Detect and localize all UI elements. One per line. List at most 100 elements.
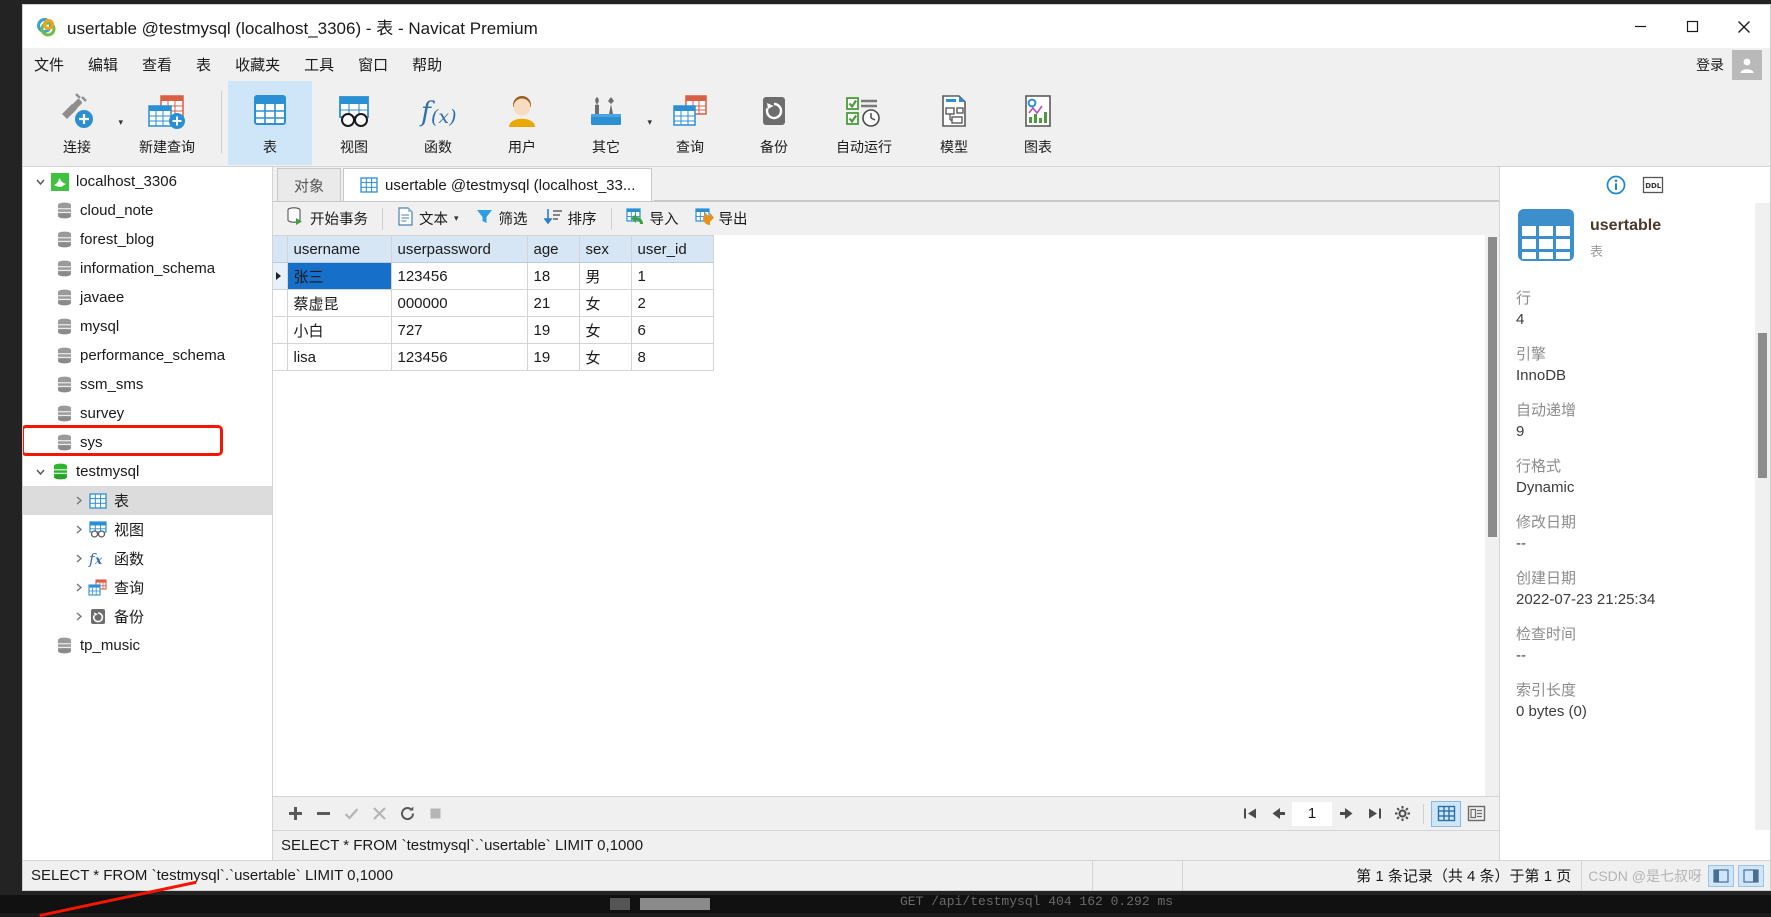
tab-objects[interactable]: 对象	[277, 168, 342, 201]
chevron-right-icon[interactable]	[69, 582, 87, 593]
cell-userpassword[interactable]: 123456	[391, 343, 528, 371]
tree-node-forest_blog[interactable]: forest_blog	[23, 225, 272, 254]
next-page-button[interactable]	[1332, 801, 1360, 827]
tree-node-cloud_note[interactable]: cloud_note	[23, 196, 272, 225]
tree-node-localhost_3306[interactable]: localhost_3306	[23, 167, 272, 196]
toolbar-button-connection[interactable]: 连接 ▾	[35, 81, 123, 165]
chevron-right-icon[interactable]	[69, 495, 87, 506]
column-header-username[interactable]: username	[287, 235, 392, 263]
chevron-down-icon[interactable]	[31, 176, 49, 187]
form-view-toggle-button[interactable]	[1461, 801, 1491, 827]
grid-vertical-scrollbar[interactable]	[1485, 235, 1499, 796]
toolbar-button-new-query[interactable]: 新建查询	[119, 81, 215, 165]
delete-record-button[interactable]	[309, 801, 337, 827]
cell-username[interactable]: 蔡虚昆	[287, 289, 392, 317]
user-avatar-icon[interactable]	[1732, 49, 1762, 80]
tree-node-mysql[interactable]: mysql	[23, 312, 272, 341]
scrollbar-thumb[interactable]	[1758, 333, 1767, 478]
menu-item-help[interactable]: 帮助	[401, 51, 453, 78]
tab-usertable[interactable]: usertable @testmysql (localhost_33...	[343, 168, 653, 201]
cell-sex[interactable]: 女	[579, 343, 632, 371]
toolbar-button-table[interactable]: 表	[228, 81, 312, 165]
first-page-button[interactable]	[1236, 801, 1264, 827]
toolbar-button-view[interactable]: 视图	[312, 81, 396, 165]
cell-userpassword[interactable]: 000000	[391, 289, 528, 317]
column-header-userpassword[interactable]: userpassword	[391, 235, 528, 263]
cell-user_id[interactable]: 8	[631, 343, 714, 371]
toolbar-button-other[interactable]: 其它 ▾	[564, 81, 652, 165]
pane-left-icon[interactable]	[1708, 864, 1734, 887]
grid-view-toggle-button[interactable]	[1431, 800, 1461, 827]
toolbar-button-model[interactable]: 模型	[912, 81, 996, 165]
chevron-right-icon[interactable]	[69, 553, 87, 564]
cell-sex[interactable]: 女	[579, 316, 632, 344]
table-row[interactable]: 小白 727 19 女 6	[273, 316, 714, 344]
menu-item-file[interactable]: 文件	[23, 51, 75, 78]
column-header-sex[interactable]: sex	[579, 235, 632, 263]
ddl-icon[interactable]: DDL	[1642, 176, 1664, 194]
tree-node-performance_schema[interactable]: performance_schema	[23, 341, 272, 370]
add-record-button[interactable]	[281, 801, 309, 827]
prev-page-button[interactable]	[1264, 801, 1292, 827]
cell-username[interactable]: lisa	[287, 343, 392, 371]
menu-item-edit[interactable]: 编辑	[77, 51, 129, 78]
tree-node-queries[interactable]: 查询	[23, 573, 272, 602]
stop-button[interactable]	[421, 801, 449, 827]
row-gutter-cell[interactable]	[273, 262, 288, 290]
cell-user_id[interactable]: 6	[631, 316, 714, 344]
tree-node-tp_music[interactable]: tp_music	[23, 631, 272, 660]
tree-node-javaee[interactable]: javaee	[23, 283, 272, 312]
toolbar-button-users[interactable]: 用户	[480, 81, 564, 165]
tree-node-ssm_sms[interactable]: ssm_sms	[23, 370, 272, 399]
toolbar-button-query[interactable]: 查询	[648, 81, 732, 165]
table-row[interactable]: lisa 123456 19 女 8	[273, 343, 714, 371]
cell-age[interactable]: 18	[527, 262, 580, 290]
info-panel-scrollbar[interactable]	[1755, 203, 1770, 830]
cell-sex[interactable]: 女	[579, 289, 632, 317]
maximize-button[interactable]	[1666, 5, 1718, 48]
tree-node-views[interactable]: 视图	[23, 515, 272, 544]
table-row[interactable]: 蔡虚昆 000000 21 女 2	[273, 289, 714, 317]
cancel-changes-button[interactable]	[365, 801, 393, 827]
cell-username[interactable]: 张三	[287, 262, 392, 290]
text-button[interactable]: 文本 ▾	[390, 204, 466, 233]
row-gutter-cell[interactable]	[273, 289, 288, 317]
chevron-down-icon[interactable]	[31, 466, 49, 477]
export-button[interactable]: 导出	[688, 204, 755, 233]
refresh-button[interactable]	[393, 801, 421, 827]
menu-item-tools[interactable]: 工具	[293, 51, 345, 78]
chevron-right-icon[interactable]	[69, 524, 87, 535]
scrollbar-thumb[interactable]	[1488, 237, 1497, 537]
last-page-button[interactable]	[1360, 801, 1388, 827]
pane-right-icon[interactable]	[1738, 864, 1764, 887]
minimize-button[interactable]	[1614, 5, 1666, 48]
toolbar-button-automation[interactable]: 自动运行	[816, 81, 912, 165]
data-grid[interactable]: username userpassword age sex user_id 张三…	[273, 235, 714, 371]
column-header-age[interactable]: age	[527, 235, 580, 263]
cell-userpassword[interactable]: 123456	[391, 262, 528, 290]
object-tree-sidebar[interactable]: localhost_3306 cloud_note forest_blog in…	[23, 167, 273, 860]
chevron-right-icon[interactable]	[69, 611, 87, 622]
begin-transaction-button[interactable]: 开始事务	[279, 204, 375, 233]
apply-changes-button[interactable]	[337, 801, 365, 827]
tree-node-sys[interactable]: sys	[23, 428, 272, 457]
column-header-user_id[interactable]: user_id	[631, 235, 714, 263]
cell-age[interactable]: 21	[527, 289, 580, 317]
login-label[interactable]: 登录	[1696, 55, 1724, 75]
tree-node-backups[interactable]: 备份	[23, 602, 272, 631]
toolbar-button-backup[interactable]: 备份	[732, 81, 816, 165]
menu-item-favorites[interactable]: 收藏夹	[224, 51, 291, 78]
menu-item-window[interactable]: 窗口	[347, 51, 399, 78]
tree-node-information_schema[interactable]: information_schema	[23, 254, 272, 283]
cell-user_id[interactable]: 2	[631, 289, 714, 317]
filter-button[interactable]: 筛选	[468, 204, 535, 233]
toolbar-button-chart[interactable]: 图表	[996, 81, 1080, 165]
grid-settings-gear-button[interactable]	[1388, 801, 1416, 827]
toolbar-button-function[interactable]: f (x) 函数	[396, 81, 480, 165]
table-row[interactable]: 张三 123456 18 男 1	[273, 262, 714, 290]
chevron-down-icon[interactable]: ▾	[454, 213, 459, 224]
sort-button[interactable]: 排序	[537, 204, 604, 233]
cell-user_id[interactable]: 1	[631, 262, 714, 290]
row-gutter-cell[interactable]	[273, 316, 288, 344]
tree-node-testmysql[interactable]: testmysql	[23, 457, 272, 486]
